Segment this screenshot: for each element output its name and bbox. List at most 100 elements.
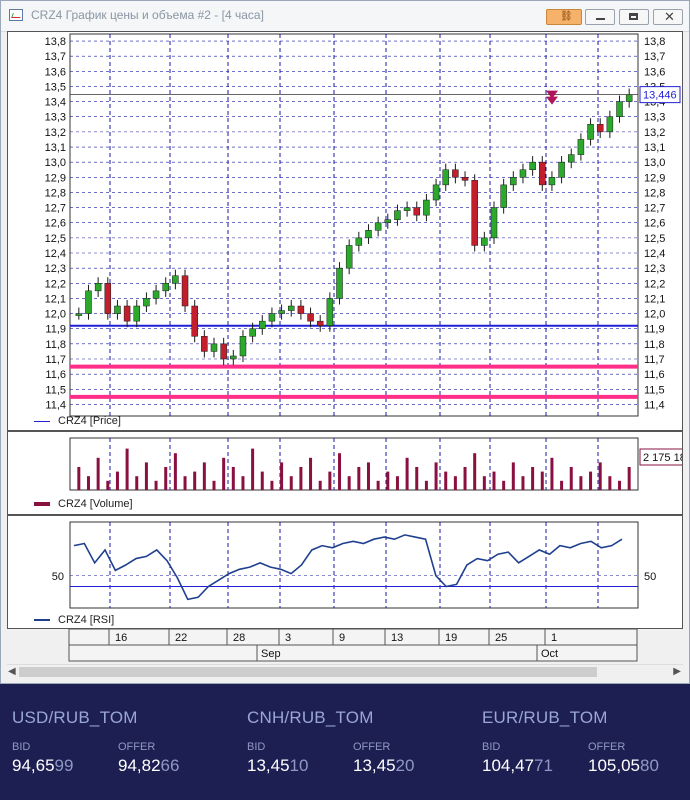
candle-body — [606, 116, 614, 133]
volume-bar — [328, 471, 332, 490]
candle-body — [616, 101, 623, 117]
offer-label: OFFER — [588, 741, 626, 753]
chart-window: CRZ4 График цены и объема #2 - [4 часа] … — [0, 0, 690, 684]
price-tick-label-right: 11,6 — [644, 369, 665, 381]
volume-bar — [395, 476, 399, 490]
month-label: Sep — [261, 648, 281, 660]
price-tick-label-left: 12,8 — [45, 187, 66, 199]
price-tick-label-left: 11,5 — [45, 384, 66, 396]
candle-body — [307, 313, 314, 322]
horizontal-scrollbar[interactable]: ◀ ▶ — [7, 664, 683, 679]
price-tick-label-left: 11,6 — [45, 369, 66, 381]
day-label: 19 — [445, 632, 457, 644]
title-bar[interactable]: CRZ4 График цены и объема #2 - [4 часа] … — [1, 1, 689, 32]
offer-label: OFFER — [118, 741, 156, 753]
volume-bar — [106, 480, 110, 490]
candle-body — [394, 210, 401, 220]
rsi-legend-label: CRZ4 [RSI] — [58, 614, 115, 626]
volume-bar — [193, 471, 197, 490]
price-tick-label-right: 13,3 — [644, 112, 665, 124]
close-button[interactable]: ✕ — [653, 9, 683, 25]
price-tick-label-right: 12,5 — [644, 233, 665, 245]
price-panel[interactable]: 13,813,813,713,713,613,613,513,513,413,4… — [7, 31, 683, 431]
candle-body — [249, 328, 256, 337]
volume-bar — [183, 476, 187, 490]
candle-body — [423, 199, 430, 216]
volume-bar — [173, 453, 177, 490]
candle-body — [587, 124, 594, 140]
candle-body — [596, 124, 604, 133]
fx-quote-cnh: CNH/RUB_TOM BID OFFER 13,4510 13,4520 — [235, 684, 465, 800]
price-tick-label-left: 12,6 — [45, 218, 66, 230]
volume-bar — [366, 462, 370, 490]
candle-body — [259, 320, 266, 329]
price-tick-label-left: 12,4 — [45, 248, 66, 260]
price-tick-label-left: 11,9 — [45, 324, 66, 336]
volume-bar — [444, 471, 448, 490]
volume-bar — [521, 476, 525, 490]
volume-bar — [338, 453, 342, 490]
candle-body — [181, 275, 189, 307]
candle-body — [432, 184, 440, 201]
candle-body — [143, 298, 150, 307]
volume-bar — [618, 480, 622, 490]
volume-legend-label: CRZ4 [Volume] — [58, 498, 133, 510]
price-tick-label-left: 11,7 — [45, 354, 66, 366]
volume-bar — [550, 457, 554, 490]
candle-body — [355, 237, 363, 246]
price-tick-label-right: 11,8 — [644, 339, 665, 351]
day-label: 22 — [175, 632, 187, 644]
price-tick-label-left: 12,1 — [45, 293, 66, 305]
price-tick-label-right: 11,5 — [644, 384, 665, 396]
scroll-right-icon[interactable]: ▶ — [673, 666, 681, 677]
scrollbar-thumb[interactable] — [19, 667, 597, 677]
volume-bar — [424, 480, 428, 490]
price-tick-label-right: 12,8 — [644, 187, 665, 199]
scroll-left-icon[interactable]: ◀ — [8, 666, 16, 677]
bid-label: BID — [12, 741, 31, 753]
candle-body — [374, 222, 382, 231]
window-title: CRZ4 График цены и объема #2 - [4 часа] — [31, 8, 264, 22]
price-tick-label-right: 12,1 — [644, 293, 665, 305]
volume-bar — [202, 462, 206, 490]
minimize-button[interactable] — [585, 9, 615, 25]
volume-value-label: 2 175 18 — [643, 452, 682, 464]
rsi-legend-swatch — [34, 619, 50, 622]
price-tick-label-left: 13,0 — [45, 157, 66, 169]
bid-value: 13,4510 — [247, 756, 309, 775]
candle-body — [490, 207, 498, 239]
day-label: 1 — [551, 632, 557, 644]
pin-button[interactable]: ⛓ — [546, 9, 582, 25]
volume-bar — [115, 471, 119, 490]
price-tick-label-left: 12,5 — [45, 233, 66, 245]
price-legend-label: CRZ4 [Price] — [58, 415, 121, 427]
price-tick-label-right: 12,2 — [644, 278, 665, 290]
volume-bar — [579, 476, 583, 490]
month-label: Oct — [541, 648, 558, 660]
price-tick-label-right: 13,7 — [644, 51, 665, 63]
volume-bar — [270, 480, 274, 490]
volume-bar — [222, 457, 226, 490]
price-tick-label-left: 12,2 — [45, 278, 66, 290]
candle-body — [201, 336, 208, 352]
fx-quote-eur: EUR/RUB_TOM BID OFFER 104,4771 105,0580 — [470, 684, 690, 800]
price-legend: CRZ4 [Price] — [34, 415, 121, 427]
day-label: 3 — [285, 632, 291, 644]
maximize-button[interactable] — [619, 9, 649, 25]
volume-bar — [357, 467, 361, 490]
price-tick-label-left: 12,0 — [45, 309, 66, 321]
volume-panel[interactable]: 2 175 18 CRZ4 [Volume] — [7, 431, 683, 515]
volume-bar — [347, 476, 351, 490]
volume-bar — [589, 471, 593, 490]
price-tick-label-right: 13,6 — [644, 66, 665, 78]
offer-value: 105,0580 — [588, 756, 659, 775]
volume-bar — [125, 448, 129, 490]
volume-bar — [280, 462, 284, 490]
price-chart: 13,813,813,713,713,613,613,513,513,413,4… — [45, 33, 681, 417]
price-tick-label-right: 12,0 — [644, 309, 665, 321]
rsi-plot-area — [69, 521, 639, 609]
volume-bar — [386, 471, 390, 490]
rsi-panel[interactable]: 50 50 CRZ4 [RSI] — [7, 515, 683, 629]
candle-body — [481, 237, 488, 246]
candle-body — [510, 177, 517, 186]
